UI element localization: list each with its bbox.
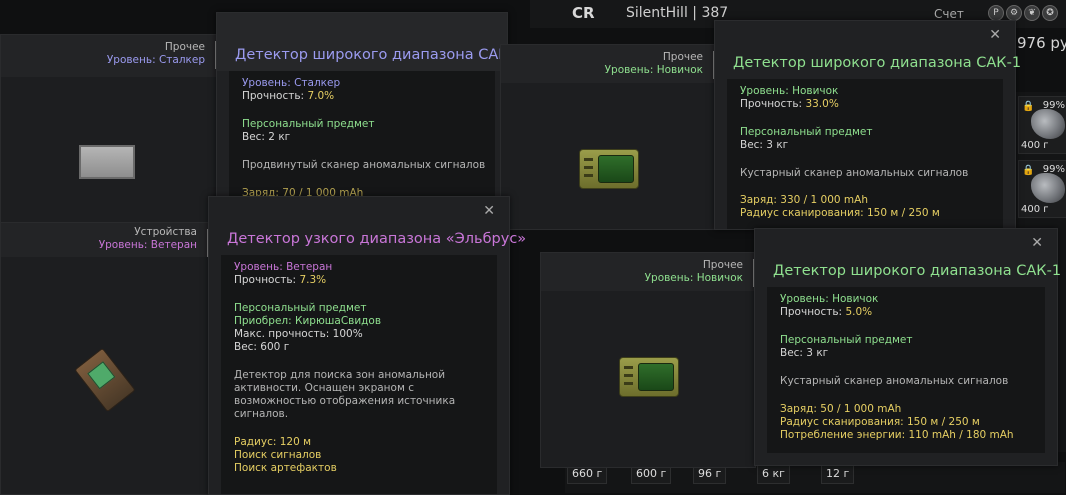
durability-label: Прочность:: [740, 98, 806, 110]
item-card-wide-stalker: Прочее Уровень: Сталкер: [0, 34, 218, 224]
profile-icon[interactable]: P: [988, 5, 1004, 21]
consumption-line: Потребление энергии: 110 mAh / 180 mAh: [780, 429, 1014, 441]
item-category: Прочее: [702, 259, 743, 271]
item-image: [79, 145, 135, 179]
durability-label: Прочность:: [780, 306, 846, 318]
tooltip-title: Детектор широкого диапазона САК-1: [773, 263, 1062, 279]
description-line: Продвинутый сканер аномальных сигналов: [242, 159, 486, 171]
item-category: Прочее: [164, 41, 205, 53]
lock-icon: 🔒: [1022, 101, 1035, 112]
description-line: Кустарный сканер аномальных сигналов: [740, 167, 969, 179]
item-card-wide-novice: Прочее Уровень: Новичок: [500, 44, 716, 230]
item-card-wide-novice: Прочее Уровень: Новичок: [540, 252, 756, 468]
level-line: Уровень: Ветеран: [234, 261, 333, 273]
description-line: Кустарный сканер аномальных сигналов: [780, 375, 1009, 387]
weight-line: Вес: 3 кг: [740, 139, 789, 151]
personal-line: Персональный предмет: [242, 118, 375, 130]
tooltip-title: Детектор широкого диапазона САК-1: [235, 47, 524, 63]
close-icon[interactable]: ✕: [1031, 235, 1043, 251]
radius-line: Радиус: 120 м: [234, 436, 312, 448]
tooltip-panel: ✕ Детектор узкого диапазона «Эльбрус» Ур…: [208, 196, 526, 495]
description-line: сигналов.: [234, 408, 289, 420]
item-weight[interactable]: 12 г: [821, 464, 855, 484]
item-level: Уровень: Новичок: [644, 272, 743, 284]
slot-weight: 400 г: [1021, 140, 1049, 151]
gear-icon[interactable]: ⚙: [1006, 5, 1022, 21]
level-line: Уровень: Новичок: [780, 293, 879, 305]
game-logo: CR: [572, 4, 595, 22]
radius-line: Радиус сканирования: 150 м / 250 м: [740, 207, 940, 219]
item-level: Уровень: Новичок: [604, 64, 703, 76]
description-line: Детектор для поиска зон аномальной: [234, 369, 446, 381]
tooltip-panel: ✕ Детектор широкого диапазона САК-1 Уров…: [754, 228, 1062, 466]
weight-line: Вес: 2 кг: [242, 131, 291, 143]
durability-value: 7.3%: [299, 274, 327, 286]
personal-line: Персональный предмет: [234, 302, 367, 314]
item-category: Прочее: [662, 51, 703, 63]
close-icon[interactable]: ✕: [483, 203, 495, 219]
feature-line: Поиск артефактов: [234, 462, 337, 474]
weight-line: Вес: 600 г: [234, 341, 290, 353]
ore-icon: [1031, 173, 1065, 203]
feature-line: Поиск сигналов: [234, 449, 322, 461]
durability-value: 7.0%: [307, 90, 335, 102]
personal-line: Персональный предмет: [780, 334, 913, 346]
item-category: Устройства: [134, 226, 197, 238]
leaf-icon[interactable]: ❦: [1024, 5, 1040, 21]
bought-line: Приобрел: КирюшаСвидов: [234, 315, 382, 327]
level-line: Уровень: Сталкер: [242, 77, 341, 89]
tooltip-title: Детектор узкого диапазона «Эльбрус»: [227, 231, 527, 247]
faction-icon[interactable]: ✪: [1042, 5, 1058, 21]
tooltip-panel: ✕ Детектор широкого диапазона САК-1 Уров…: [714, 20, 1021, 230]
level-line: Уровень: Новичок: [740, 85, 839, 97]
charge-line: Заряд: 330 / 1 000 mAh: [740, 194, 868, 206]
item-level: Уровень: Сталкер: [106, 54, 205, 66]
description-line: активности. Оснащен экраном с: [234, 382, 414, 394]
max-durability-line: Макс. прочность: 100%: [234, 328, 363, 340]
durability-value: 5.0%: [845, 306, 873, 318]
tooltip-title: Детектор широкого диапазона САК-1: [733, 55, 1022, 71]
detector-image: [579, 149, 639, 189]
lock-icon: 🔒: [1022, 165, 1035, 176]
item-card-narrow-veteran: Устройства Уровень: Ветеран: [0, 222, 210, 495]
weight-line: Вес: 3 кг: [780, 347, 829, 359]
detector-image: [74, 347, 136, 413]
charge-line: Заряд: 50 / 1 000 mAh: [780, 403, 902, 415]
durability-value: 33.0%: [805, 98, 839, 110]
ore-icon: [1031, 109, 1065, 139]
item-level: Уровень: Ветеран: [98, 239, 197, 251]
tooltip-panel: Детектор широкого диапазона САК-1 Уровен…: [216, 12, 523, 202]
description-line: возможностью отображения источника: [234, 395, 456, 407]
money-display: 976 руб: [1017, 34, 1066, 52]
close-icon[interactable]: ✕: [989, 27, 1001, 43]
detector-image: [619, 357, 679, 397]
durability-label: Прочность:: [234, 274, 300, 286]
account-label[interactable]: Счет: [934, 7, 964, 21]
inventory-slot[interactable]: 🔒 99% 400 г: [1018, 96, 1066, 154]
slot-weight: 400 г: [1021, 204, 1049, 215]
durability-label: Прочность:: [242, 90, 308, 102]
radius-line: Радиус сканирования: 150 м / 250 м: [780, 416, 980, 428]
player-name: SilentHill | 387: [626, 5, 729, 21]
personal-line: Персональный предмет: [740, 126, 873, 138]
item-weight[interactable]: 6 кг: [757, 464, 790, 484]
inventory-slot[interactable]: 🔒 99% 400 г: [1018, 160, 1066, 218]
